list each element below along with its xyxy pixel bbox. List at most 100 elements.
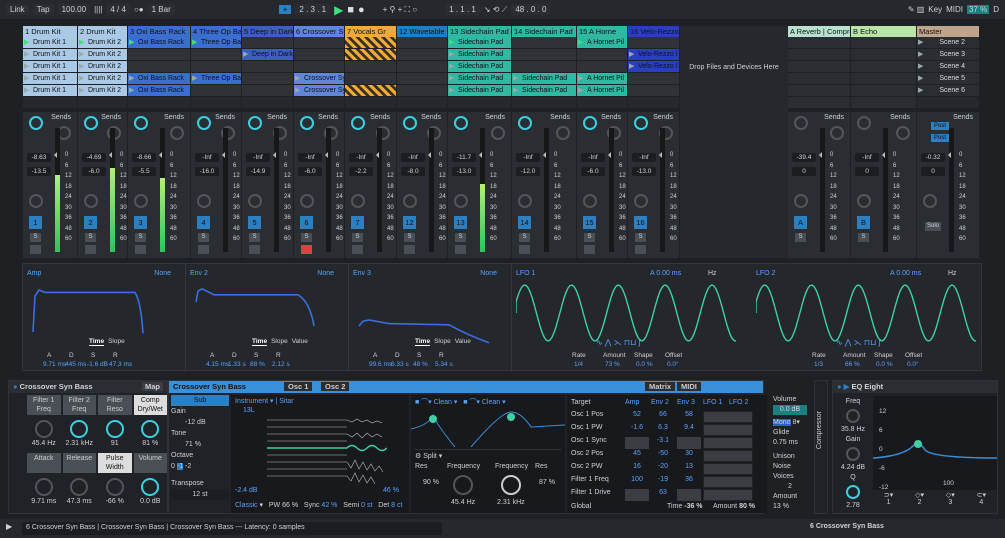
play-preview-icon[interactable]: ▶ — [6, 522, 12, 531]
macro-knob[interactable] — [34, 478, 53, 496]
track-header[interactable]: 3 Oxi Bass Rack — [128, 26, 191, 37]
matrix-cell[interactable]: 63 — [651, 489, 675, 501]
track-activator-button[interactable]: 16 — [634, 216, 647, 229]
tab-matrix[interactable]: Matrix — [645, 382, 676, 391]
arm-button[interactable] — [135, 245, 146, 254]
pan-field[interactable]: -12.0 — [516, 167, 540, 176]
pan-field[interactable]: -16.0 — [195, 167, 219, 176]
eq-graph[interactable]: 12 6 0 -6 -12 100 — [873, 396, 997, 491]
solo-button[interactable]: S — [352, 233, 363, 242]
lfo-unit[interactable]: Hz — [708, 270, 717, 277]
clip[interactable]: Drum Kit 1 — [23, 73, 78, 85]
envelope-tab[interactable]: Value — [292, 338, 308, 346]
pan-field[interactable]: -6.0 — [298, 167, 322, 176]
master-header[interactable]: Master — [917, 26, 980, 37]
macro-knob[interactable] — [34, 420, 53, 438]
track-header[interactable]: 12 Wavetable — [397, 26, 448, 37]
arm-button[interactable] — [455, 245, 466, 254]
empty-clip-slot[interactable] — [512, 49, 577, 61]
clip[interactable]: Sidechain Pad — [448, 61, 512, 73]
envelope-graph[interactable] — [23, 268, 183, 348]
draw-icon[interactable]: ✎ ▥ — [908, 5, 924, 14]
solo-button[interactable]: S — [455, 233, 466, 242]
lfo-shape-buttons[interactable]: ∿ ⋀ ⋋ ⊓⊔ ʃ — [596, 338, 640, 347]
volume-fader-handle[interactable] — [540, 152, 546, 158]
volume-fader-handle[interactable] — [106, 152, 112, 158]
clip[interactable]: Drum Kit 2 — [78, 73, 128, 85]
matrix-cell[interactable]: -3.1 — [651, 437, 675, 449]
clip[interactable]: Sidechain Pad — [448, 49, 512, 61]
scene-launch[interactable]: Scene 2 — [917, 37, 980, 49]
pan-knob[interactable] — [923, 194, 937, 208]
eq-band-filter-type[interactable]: ◇▾ — [946, 491, 955, 499]
empty-clip-slot[interactable] — [577, 61, 628, 73]
send-a-knob[interactable] — [134, 116, 148, 130]
pan-knob[interactable] — [518, 194, 532, 208]
eq-gain-knob[interactable] — [846, 447, 860, 461]
poly-voices[interactable]: 8 — [792, 419, 796, 426]
track-activator-button[interactable]: B — [857, 216, 870, 229]
macro-knob[interactable] — [105, 420, 124, 438]
macro-label[interactable]: Release — [62, 453, 96, 473]
volume-field[interactable]: -8.66 — [132, 153, 156, 162]
eq-freq-knob[interactable] — [846, 409, 860, 423]
macro-knob[interactable] — [70, 420, 89, 438]
volume-fader-handle[interactable] — [816, 152, 822, 158]
volume-field[interactable]: -Inf — [195, 153, 219, 162]
eq-band-toggle[interactable]: ⊂▾ 4 — [977, 491, 986, 506]
osc-effect-mode[interactable]: Classic — [235, 502, 258, 509]
volume-field[interactable]: 0.0 dB — [773, 405, 807, 415]
solo-button[interactable]: S — [858, 233, 869, 242]
matrix-lfo-cells[interactable] — [703, 463, 753, 475]
volume-fader-handle[interactable] — [322, 152, 328, 158]
matrix-target[interactable]: Osc 2 PW — [571, 463, 603, 470]
track-header[interactable]: 16 Velo-Rezzo — [628, 26, 680, 37]
clip[interactable]: Three Op Ba — [191, 73, 242, 85]
arm-button[interactable] — [635, 245, 646, 254]
res1-knob[interactable]: 90 % — [423, 479, 439, 486]
macro-knob[interactable] — [105, 478, 124, 496]
volume-fader-handle[interactable] — [425, 152, 431, 158]
eq-band-toggle[interactable]: ◇▾ 2 — [915, 491, 924, 506]
solo-cue-button[interactable]: Solo — [925, 222, 941, 231]
send-a-knob[interactable] — [794, 116, 808, 130]
matrix-lfo-cells[interactable] — [703, 450, 753, 462]
matrix-lfo-cells[interactable] — [703, 437, 753, 449]
tab-midi[interactable]: MIDI — [677, 382, 701, 391]
scene-launch[interactable]: Scene 6 — [917, 85, 980, 97]
volume-field[interactable]: -8.63 — [27, 153, 51, 162]
filter-routing[interactable]: Split — [423, 453, 437, 460]
matrix-cell[interactable]: -1.6 — [625, 424, 649, 436]
empty-clip-slot[interactable] — [128, 61, 191, 73]
category-select[interactable]: Instrument — [235, 398, 268, 405]
empty-clip-slot[interactable] — [191, 85, 242, 97]
macro-knob[interactable] — [141, 420, 160, 438]
osc-gain-value[interactable]: -2.4 dB — [235, 487, 258, 494]
clip[interactable]: Velo-Rezzo I — [628, 49, 680, 61]
track-header[interactable]: 15 A Horne — [577, 26, 628, 37]
track-activator-button[interactable]: 3 — [134, 216, 147, 229]
pan-knob[interactable] — [351, 194, 365, 208]
pan-field[interactable]: -8.0 — [401, 167, 425, 176]
param-value[interactable]: 48 % — [413, 361, 428, 368]
clip[interactable]: Drum Kit 1 — [23, 37, 78, 49]
track-header[interactable]: 2 Drum Kit — [78, 26, 128, 37]
pan-field[interactable]: -13.0 — [632, 167, 656, 176]
empty-clip-slot[interactable] — [345, 73, 397, 85]
return-header[interactable]: B Echo — [851, 26, 917, 37]
empty-clip-slot[interactable] — [397, 49, 448, 61]
volume-field[interactable]: -Inf — [855, 153, 879, 162]
arm-button[interactable] — [301, 245, 312, 254]
clip-stop-button[interactable] — [512, 97, 577, 109]
clip[interactable]: Drum Kit 1 — [23, 61, 78, 73]
scene-launch[interactable]: Scene 3 — [917, 49, 980, 61]
track-header[interactable]: 4 Three Op Ba — [191, 26, 242, 37]
stop-button[interactable]: ■ — [347, 4, 354, 16]
matrix-cell[interactable]: 45 — [625, 450, 649, 462]
empty-clip-slot[interactable] — [191, 49, 242, 61]
matrix-target[interactable]: Osc 1 Pos — [571, 411, 603, 418]
clip[interactable]: Crossover Sy — [294, 85, 345, 97]
pan-field[interactable]: -13.0 — [452, 167, 476, 176]
empty-clip-slot[interactable] — [242, 37, 294, 49]
volume-fader-handle[interactable] — [270, 152, 276, 158]
